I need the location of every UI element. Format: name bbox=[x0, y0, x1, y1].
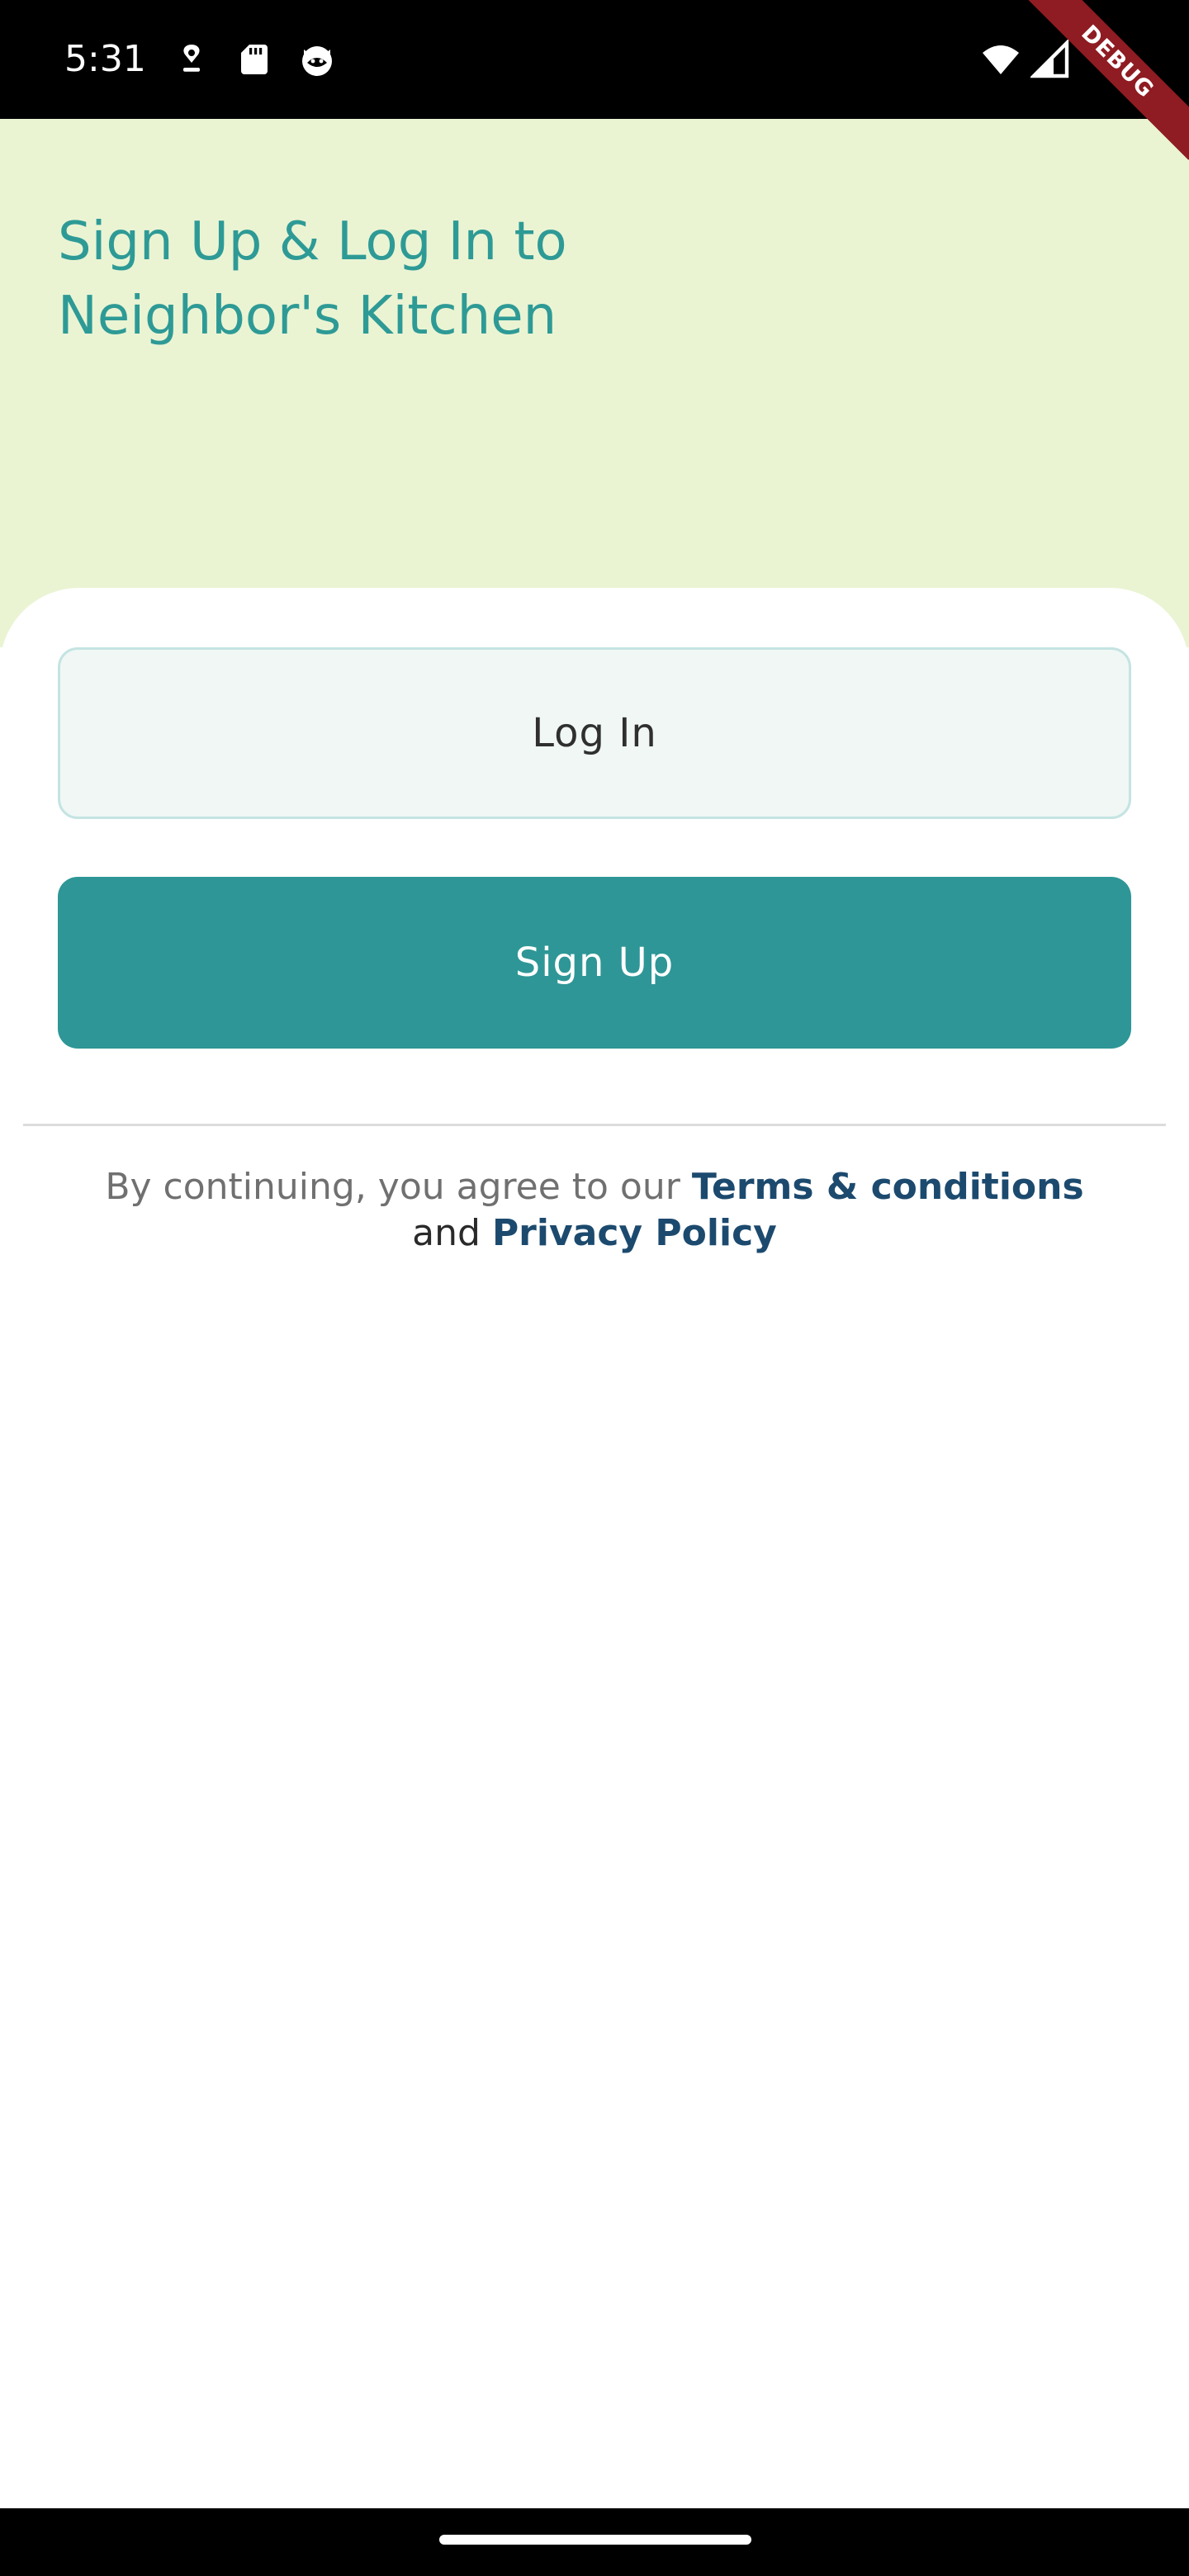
login-button-label: Log In bbox=[532, 710, 657, 756]
cat-face-icon bbox=[297, 40, 337, 79]
sd-card-icon bbox=[234, 40, 274, 79]
terms-and-conditions-link[interactable]: Terms & conditions bbox=[692, 1166, 1084, 1208]
page-title: Sign Up & Log In to Neighbor's Kitchen bbox=[58, 211, 567, 347]
signup-button-label: Sign Up bbox=[514, 940, 675, 986]
wifi-icon bbox=[979, 40, 1022, 79]
download-icon bbox=[172, 40, 211, 79]
terms-notice: By continuing, you agree to our Terms & … bbox=[33, 1164, 1156, 1257]
app-screen: 5:31 DEBUG Sign Up & Log In to Neighbor'… bbox=[0, 0, 1189, 2576]
status-bar: 5:31 bbox=[0, 0, 1189, 119]
terms-and-text: and bbox=[412, 1212, 481, 1254]
home-indicator[interactable] bbox=[439, 2535, 751, 2545]
login-button[interactable]: Log In bbox=[58, 647, 1131, 819]
auth-sheet bbox=[0, 588, 1189, 2508]
privacy-policy-link[interactable]: Privacy Policy bbox=[492, 1212, 777, 1254]
cellular-signal-icon bbox=[1030, 40, 1070, 79]
terms-prefix: By continuing, you agree to our bbox=[105, 1166, 692, 1208]
divider bbox=[23, 1124, 1166, 1126]
status-time: 5:31 bbox=[64, 38, 146, 80]
header-background bbox=[0, 119, 1189, 647]
signup-button[interactable]: Sign Up bbox=[58, 877, 1131, 1049]
